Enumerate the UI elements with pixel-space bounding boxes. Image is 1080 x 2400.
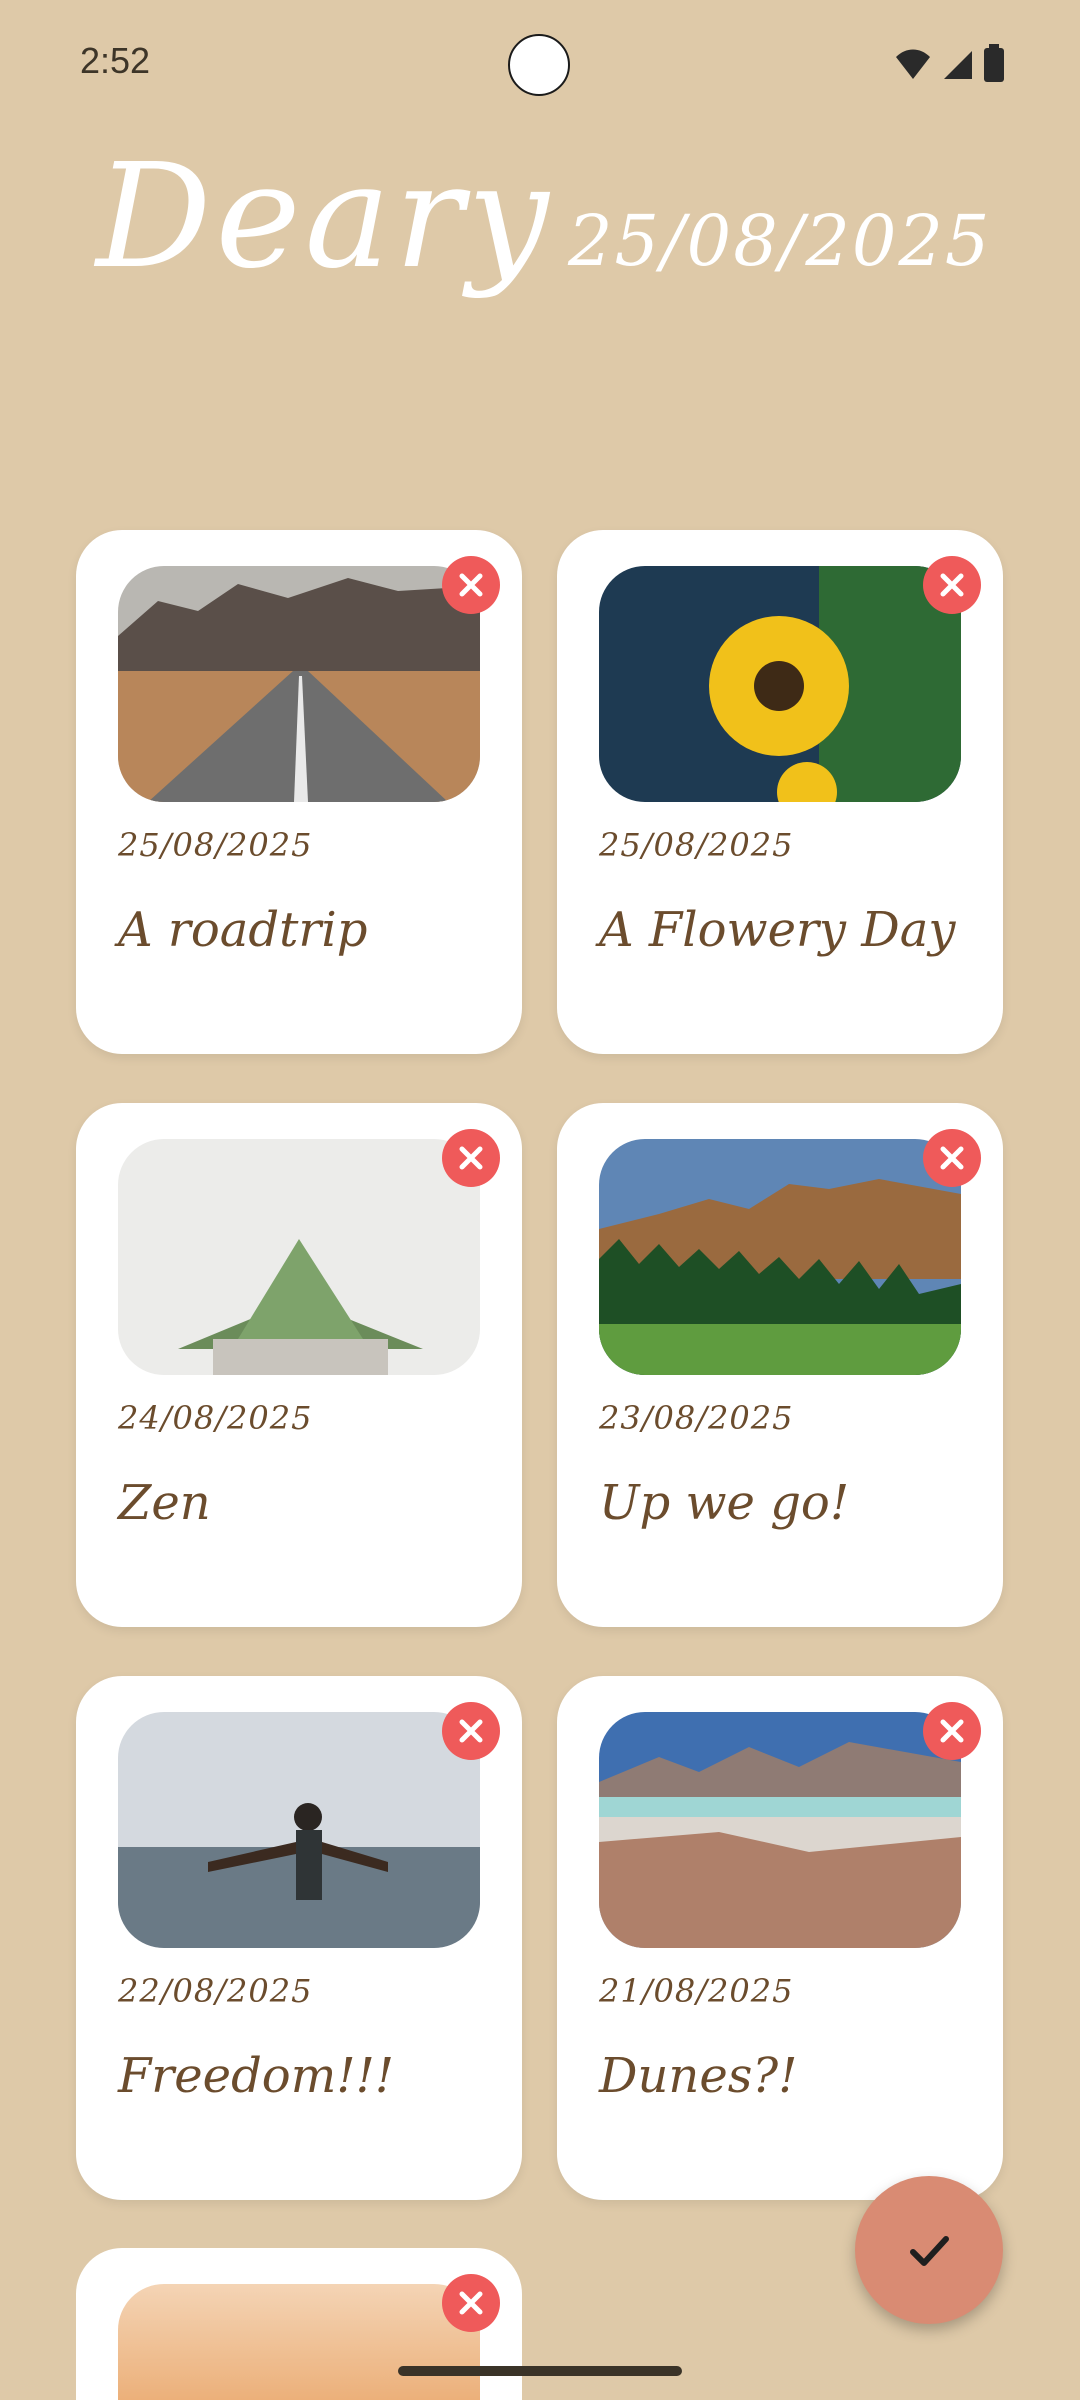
entry-image-succulent: [118, 1139, 480, 1375]
entry-card[interactable]: 25/08/2025 A roadtrip: [76, 530, 522, 1054]
delete-button[interactable]: [442, 1129, 500, 1187]
wifi-icon: [896, 49, 930, 79]
status-icons: [894, 44, 1004, 82]
close-icon: [459, 2291, 483, 2315]
entry-image-person-sea: [118, 1712, 480, 1948]
entry-card[interactable]: 22/08/2025 Freedom!!!: [76, 1676, 522, 2200]
entry-card[interactable]: 24/08/2025 Zen: [76, 1103, 522, 1627]
close-icon: [459, 1146, 483, 1170]
entry-card[interactable]: 25/08/2025 A Flowery Day: [557, 530, 1003, 1054]
entry-card[interactable]: 21/08/2025 Dunes?!: [557, 1676, 1003, 2200]
close-icon: [459, 573, 483, 597]
close-icon: [940, 1719, 964, 1743]
status-bar: 2:52: [0, 0, 1080, 130]
camera-cutout: [508, 34, 570, 96]
entry-image-road: [118, 566, 480, 802]
signal-icon: [944, 51, 972, 79]
delete-button[interactable]: [923, 1129, 981, 1187]
app-title: Deary: [96, 132, 553, 300]
navigation-handle[interactable]: [398, 2366, 682, 2376]
entry-title: Zen: [118, 1475, 211, 1531]
close-icon: [940, 1146, 964, 1170]
status-time: 2:52: [80, 40, 151, 81]
entry-image-sunflower: [599, 566, 961, 802]
confirm-fab[interactable]: [855, 2176, 1003, 2324]
header-date: 25/08/2025: [568, 200, 992, 282]
delete-button[interactable]: [923, 1702, 981, 1760]
close-icon: [940, 573, 964, 597]
delete-button[interactable]: [442, 556, 500, 614]
entry-date: 25/08/2025: [599, 826, 794, 864]
entry-title: Dunes?!: [599, 2048, 798, 2104]
battery-icon: [984, 44, 1004, 82]
delete-button[interactable]: [442, 2274, 500, 2332]
entry-image-sunset: [118, 2284, 480, 2400]
entry-date: 23/08/2025: [599, 1399, 794, 1437]
entry-date: 21/08/2025: [599, 1972, 794, 2010]
entry-title: Freedom!!!: [118, 2048, 395, 2104]
delete-button[interactable]: [923, 556, 981, 614]
entry-date: 24/08/2025: [118, 1399, 313, 1437]
entry-title: A Flowery Day: [599, 902, 956, 958]
entry-title: A roadtrip: [118, 902, 368, 958]
entry-title: Up we go!: [599, 1475, 850, 1531]
entry-image-desert-lake: [599, 1712, 961, 1948]
delete-button[interactable]: [442, 1702, 500, 1760]
entry-card[interactable]: [76, 2248, 522, 2400]
entry-card[interactable]: 23/08/2025 Up we go!: [557, 1103, 1003, 1627]
entry-image-mountain-forest: [599, 1139, 961, 1375]
entry-date: 25/08/2025: [118, 826, 313, 864]
entry-date: 22/08/2025: [118, 1972, 313, 2010]
check-icon: [910, 2236, 949, 2266]
close-icon: [459, 1719, 483, 1743]
